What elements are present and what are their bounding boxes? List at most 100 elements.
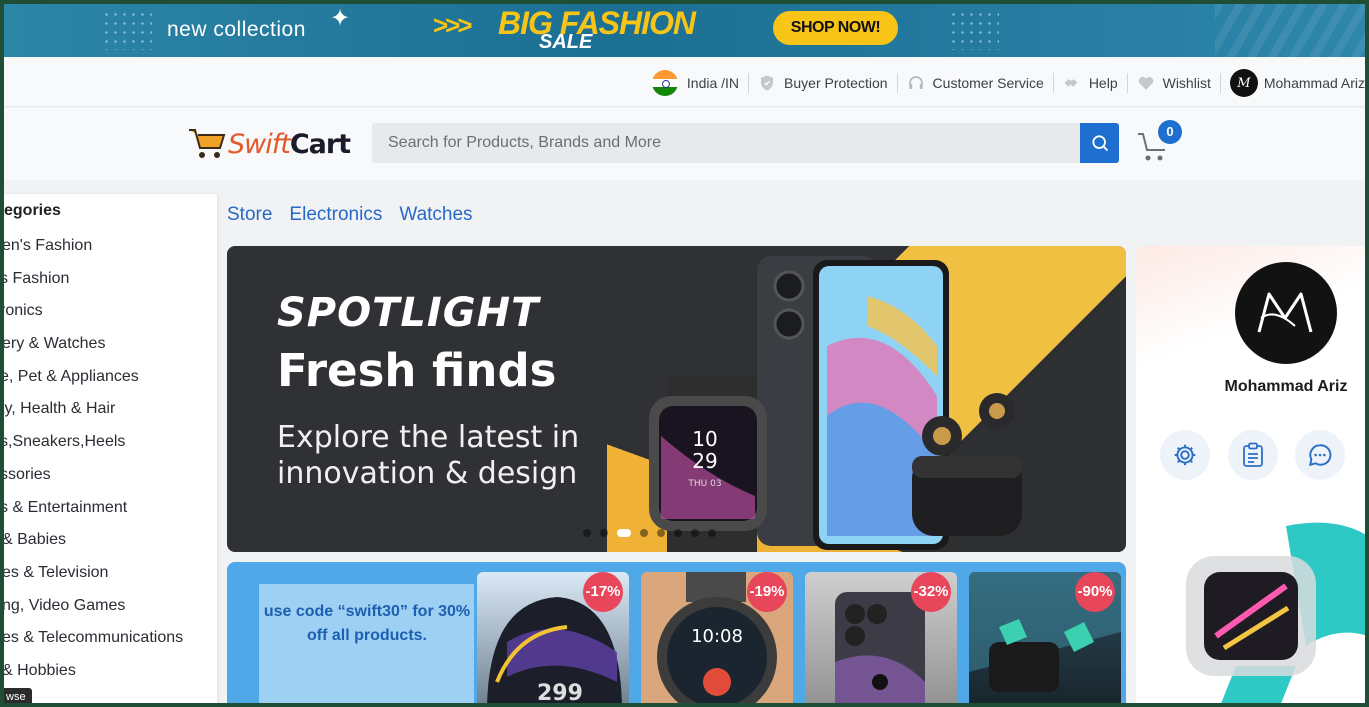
- avatar: M: [1229, 69, 1258, 97]
- breadcrumb-watches[interactable]: Watches: [399, 204, 472, 226]
- coupon-text: use code “swift30” for 30% off all produ…: [263, 603, 471, 644]
- header: SwiftCart 0: [4, 108, 1365, 180]
- breadcrumb: Store Electronics Watches: [227, 204, 473, 226]
- categories-title: egories: [4, 202, 61, 219]
- category-label: s & Entertainment: [4, 498, 128, 516]
- category-item[interactable]: & Hobbies: [4, 662, 217, 695]
- category-label: ronics: [4, 302, 43, 320]
- category-label: ery & Watches: [4, 335, 106, 353]
- profile-panel: Mohammad Ariz: [1136, 246, 1365, 703]
- watch-date: THU 03: [687, 479, 721, 489]
- headset-icon: [908, 76, 923, 89]
- category-label: s,Sneakers,Heels: [4, 433, 126, 451]
- user-menu[interactable]: M Mohammad Ariz: [1219, 69, 1365, 97]
- category-label: ssories: [4, 465, 51, 483]
- category-label: e, Pet & Appliances: [4, 367, 139, 385]
- deals-strip: use code “swift30” for 30% off all produ…: [227, 562, 1126, 703]
- carousel-dot[interactable]: [583, 529, 591, 537]
- discount-badge: -19%: [747, 572, 787, 612]
- dot-pattern: [102, 10, 152, 50]
- product-card-smartwatch[interactable]: 10:08 -19%: [641, 572, 793, 703]
- profile-avatar[interactable]: [1235, 262, 1337, 364]
- carousel-indicators: [583, 529, 716, 537]
- watch-time: 10: [692, 427, 717, 451]
- breadcrumb-store[interactable]: Store: [227, 204, 272, 226]
- discount-badge: -32%: [911, 572, 951, 612]
- category-label: & Hobbies: [4, 661, 76, 679]
- search-bar: [372, 123, 1119, 163]
- customer-service-link[interactable]: Customer Service: [896, 73, 1053, 93]
- category-item[interactable]: s & Entertainment: [4, 499, 217, 532]
- category-label: s Fashion: [4, 269, 70, 287]
- category-item[interactable]: ery & Watches: [4, 335, 217, 368]
- dot-pattern: [949, 10, 999, 50]
- category-item[interactable]: ssories: [4, 466, 217, 499]
- logo[interactable]: SwiftCart: [187, 126, 351, 162]
- smartwatch-image: 10 29 THU 03: [649, 376, 767, 552]
- india-flag-icon: [651, 70, 678, 96]
- carousel-dot[interactable]: [640, 529, 648, 537]
- svg-text:29: 29: [692, 449, 717, 473]
- carousel-dot[interactable]: [674, 529, 682, 537]
- category-list: en's Fashion s Fashion ronics ery & Watches…: [4, 237, 217, 703]
- carousel-dot[interactable]: [617, 529, 631, 537]
- user-name: Mohammad Ariz: [1263, 75, 1365, 91]
- promo-banner[interactable]: new collection ✦ >>> BIG FASHION SALE SH…: [4, 4, 1365, 57]
- hero-carousel[interactable]: SPOTLIGHT Fresh finds Explore the latest…: [227, 246, 1126, 552]
- category-item[interactable]: ty, Health & Hair: [4, 400, 217, 433]
- settings-icon: [1174, 444, 1196, 466]
- product-card-phone[interactable]: -32%: [805, 572, 957, 703]
- clipboard-icon: [1243, 442, 1263, 467]
- breadcrumb-electronics[interactable]: Electronics: [289, 204, 382, 226]
- country-selector[interactable]: India /IN: [643, 70, 748, 96]
- transparent-watch-image: [1186, 522, 1365, 703]
- carousel-dot[interactable]: [708, 529, 716, 537]
- orders-button[interactable]: [1228, 430, 1278, 480]
- settings-button[interactable]: [1160, 430, 1210, 480]
- messages-button[interactable]: [1295, 430, 1345, 480]
- cart-count-badge: 0: [1158, 120, 1182, 144]
- discount-badge: -90%: [1075, 572, 1115, 612]
- category-item[interactable]: ng, Video Games: [4, 597, 217, 630]
- app-window: new collection ✦ >>> BIG FASHION SALE SH…: [4, 4, 1365, 703]
- carousel-dot[interactable]: [600, 529, 608, 537]
- product-card-helmet[interactable]: 299 -17%: [477, 572, 629, 703]
- browse-tooltip: wse: [4, 688, 32, 703]
- utility-bar: India /IN Buyer Protection Customer Serv…: [4, 57, 1365, 107]
- promo-sale: SALE: [539, 31, 593, 53]
- category-label: ng, Video Games: [4, 596, 126, 614]
- help-link[interactable]: Help: [1052, 73, 1127, 93]
- sparkle-icon: ✦: [330, 5, 351, 32]
- hero-brand: SPOTLIGHT: [277, 290, 540, 336]
- search-button[interactable]: [1080, 123, 1119, 163]
- category-label: es & Television: [4, 563, 109, 581]
- category-item[interactable]: ronics: [4, 302, 217, 335]
- search-input[interactable]: [372, 123, 1080, 163]
- category-item[interactable]: & Babies: [4, 531, 217, 564]
- help-label: Help: [1088, 75, 1118, 91]
- category-item[interactable]: s Fashion: [4, 270, 217, 303]
- category-item[interactable]: e, Pet & Appliances: [4, 368, 217, 401]
- product-card-earbuds[interactable]: -90%: [969, 572, 1121, 703]
- shop-now-button[interactable]: SHOP NOW!: [773, 11, 898, 45]
- category-item[interactable]: es & Television: [4, 564, 217, 597]
- earbuds-image: [912, 393, 1022, 536]
- category-item[interactable]: en's Fashion: [4, 237, 217, 270]
- buyer-protection-link[interactable]: Buyer Protection: [748, 73, 897, 93]
- category-item[interactable]: es & Telecommunications: [4, 629, 217, 662]
- category-item[interactable]: afts: [4, 695, 217, 703]
- wishlist-link[interactable]: Wishlist: [1126, 73, 1220, 93]
- cart-logo-icon: [189, 129, 226, 158]
- shield-icon: [761, 75, 774, 91]
- hero-subtitle: Explore the latest in innovation & desig…: [277, 420, 580, 491]
- carousel-dot[interactable]: [691, 529, 699, 537]
- buyer-protection-label: Buyer Protection: [784, 75, 888, 91]
- cart-button[interactable]: 0: [1134, 120, 1184, 164]
- stripe-pattern: [1215, 4, 1365, 57]
- hero-title: Fresh finds: [277, 344, 557, 397]
- carousel-dot[interactable]: [657, 529, 665, 537]
- utility-links: India /IN Buyer Protection Customer Serv…: [643, 68, 1365, 98]
- profile-name: Mohammad Ariz: [1224, 378, 1348, 395]
- discount-badge: -17%: [583, 572, 623, 612]
- category-item[interactable]: s,Sneakers,Heels: [4, 433, 217, 466]
